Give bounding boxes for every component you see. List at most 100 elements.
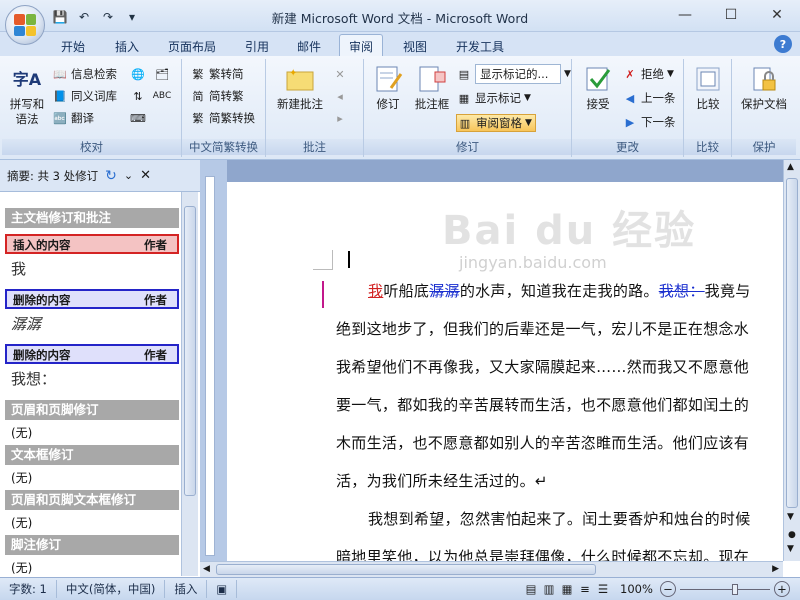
language-button[interactable]: 🌐: [130, 65, 146, 83]
review-pane-scrollbar[interactable]: [181, 192, 198, 576]
zoom-in-icon[interactable]: +: [774, 581, 790, 597]
tab-view[interactable]: 视图: [400, 36, 430, 56]
watermark: Bai du 经验: [442, 208, 697, 254]
balloons-icon: [416, 63, 448, 95]
reviewing-pane-icon: ▥: [459, 116, 471, 130]
doc-line-4: 要一气，都如我的辛苦展转而生活，也不愿意他们都如闰土的: [336, 396, 750, 414]
revision-item-delete[interactable]: 删除的内容 作者: [5, 344, 179, 364]
revision-content: 我想：: [11, 370, 57, 388]
display-for-review-dropdown[interactable]: ▤ 显示标记的... ▼: [456, 64, 571, 84]
spelling-grammar-label: 拼写和 语法: [9, 97, 45, 126]
word-count[interactable]: 字数: 1: [0, 580, 57, 598]
ribbon: 字A 拼写和 语法 📖 信息检索 📘 同义词库 🔤 翻译 🌐 🗂 ⇅ ABC ⌨ 校对 …: [0, 56, 800, 160]
zoom-slider[interactable]: [680, 583, 770, 595]
reject-button[interactable]: ✗ 拒绝 ▼: [622, 65, 674, 83]
protect-document-button[interactable]: 保护文档: [734, 63, 794, 112]
scroll-up-icon[interactable]: ▲: [787, 162, 794, 172]
insert-mode[interactable]: 插入: [165, 580, 208, 598]
office-button[interactable]: [5, 5, 45, 45]
refresh-icon[interactable]: ↻: [105, 168, 117, 184]
research-button[interactable]: 📖 信息检索: [52, 65, 117, 83]
scroll-thumb[interactable]: [786, 178, 798, 508]
thesaurus-button[interactable]: 📘 同义词库: [52, 87, 117, 105]
next-page-icon[interactable]: ▼: [787, 544, 794, 554]
document-scrollbar[interactable]: ▲ ▼ ● ▼: [783, 160, 800, 561]
language-status[interactable]: 中文(简体，中国): [57, 580, 166, 598]
close-button[interactable]: ✕: [754, 0, 800, 30]
view-outline-icon[interactable]: ≡: [576, 582, 594, 596]
doc-line-7: 我想到希望，忽然害怕起来了。闰土要香炉和烛台的时候: [368, 510, 751, 528]
close-icon[interactable]: ✕: [140, 168, 151, 183]
trad-to-simp-button[interactable]: 繁繁转简: [190, 65, 244, 83]
accept-button[interactable]: 接受: [576, 63, 620, 112]
zoom-thumb[interactable]: [732, 583, 738, 595]
tab-developer[interactable]: 开发工具: [452, 36, 508, 56]
doc-line-2: 绝到这地步了，但我们的后辈还是一气，宏儿不是正在想念水: [336, 320, 750, 338]
translate-button[interactable]: 🔤 翻译: [52, 109, 94, 127]
view-print-layout-icon[interactable]: ▤: [522, 582, 540, 596]
set-language-button[interactable]: 🗂: [154, 65, 170, 83]
translate-screentip-button[interactable]: ⇅: [130, 87, 146, 105]
deleted-text: 我想：: [658, 282, 705, 300]
screentip-icon: ⇅: [133, 89, 143, 103]
revision-item-insert[interactable]: 插入的内容 作者: [5, 234, 179, 254]
previous-comment-button[interactable]: ◂: [332, 87, 348, 105]
compare-button[interactable]: 比较: [688, 63, 728, 112]
browse-object-icon[interactable]: ●: [788, 530, 796, 540]
view-web-icon[interactable]: ▦: [558, 582, 576, 596]
convert-button[interactable]: 繁简繁转换: [190, 109, 256, 127]
reviewing-pane-button[interactable]: ▥ 审阅窗格 ▼: [456, 114, 536, 132]
new-comment-button[interactable]: ✦ 新建批注: [270, 63, 330, 112]
zoom-level[interactable]: 100%: [620, 582, 660, 596]
scroll-left-icon[interactable]: ◀: [203, 564, 210, 574]
maximize-button[interactable]: ☐: [708, 0, 754, 30]
view-draft-icon[interactable]: ☰: [594, 582, 612, 596]
tab-home[interactable]: 开始: [58, 36, 88, 56]
scroll-right-icon[interactable]: ▶: [772, 564, 779, 574]
scroll-thumb[interactable]: [216, 564, 596, 575]
spell-check-icon: 字A: [12, 69, 42, 89]
section-value: (无): [11, 516, 33, 530]
next-change-button[interactable]: ▶ 下一条: [622, 113, 676, 131]
previous-change-icon: ◀: [625, 91, 635, 105]
trad-simp-icon: 繁: [192, 68, 204, 81]
lock-icon: [748, 63, 780, 95]
next-comment-button[interactable]: ▸: [332, 109, 348, 127]
tab-review[interactable]: 审阅: [339, 34, 383, 56]
convert-icon: 繁: [192, 112, 204, 125]
revision-content: 我: [11, 260, 27, 278]
tab-mailings[interactable]: 邮件: [294, 36, 324, 56]
vertical-ruler: [205, 176, 215, 556]
word-count-button[interactable]: ABC: [153, 87, 171, 105]
section-header: 页眉和页脚文本框修订: [5, 490, 179, 510]
inserted-text: 我: [368, 282, 384, 300]
horizontal-scrollbar[interactable]: ◀ ▶: [200, 561, 783, 577]
ribbon-tabs: 开始 插入 页面布局 引用 邮件 审阅 视图 开发工具 ?: [0, 32, 800, 56]
simp-trad-icon: 简: [192, 90, 204, 103]
show-markup-button[interactable]: ▦ 显示标记 ▼: [456, 89, 531, 107]
tab-references[interactable]: 引用: [242, 36, 272, 56]
simp-to-trad-button[interactable]: 简简转繁: [190, 87, 244, 105]
scroll-thumb[interactable]: [184, 206, 196, 496]
delete-comment-button[interactable]: ✕: [332, 65, 348, 83]
scroll-down-icon[interactable]: ▼: [787, 512, 794, 522]
show-markup-icon: ▦: [458, 91, 470, 105]
tab-page-layout[interactable]: 页面布局: [164, 36, 220, 56]
keyboard-icon: ⌨: [130, 111, 146, 125]
minimize-button[interactable]: —: [662, 0, 708, 30]
balloons-button[interactable]: 批注框: [410, 63, 454, 112]
view-full-screen-icon[interactable]: ▥: [540, 582, 558, 596]
track-changes-button[interactable]: 修订: [368, 63, 408, 112]
previous-change-button[interactable]: ◀ 上一条: [622, 89, 676, 107]
zoom-out-icon[interactable]: −: [660, 581, 676, 597]
document-page[interactable]: Bai du 经验 jingyan.baidu.com 我听船底潺潺的水声，知道…: [227, 182, 783, 561]
tab-insert[interactable]: 插入: [112, 36, 142, 56]
expand-icon[interactable]: ⌄: [124, 169, 133, 182]
help-icon[interactable]: ?: [774, 35, 792, 53]
watermark-sub: jingyan.baidu.com: [459, 253, 607, 272]
macro-record-icon[interactable]: ▣: [207, 580, 238, 598]
keyboard-button[interactable]: ⌨: [130, 109, 146, 127]
revision-item-delete[interactable]: 删除的内容 作者: [5, 289, 179, 309]
spelling-grammar-button[interactable]: 字A 拼写和 语法: [6, 63, 48, 127]
group-label-comments: 批注: [266, 139, 363, 155]
